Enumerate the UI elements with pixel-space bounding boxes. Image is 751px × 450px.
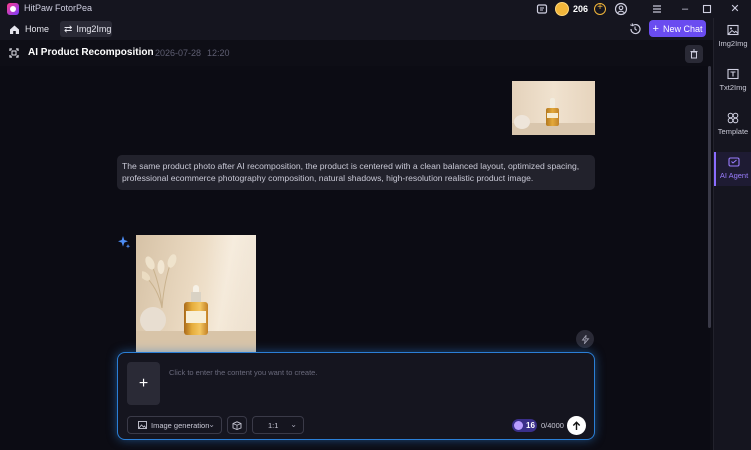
feedback-icon[interactable] — [535, 2, 549, 16]
title-bar: HitPaw FotorPea 206 + – ✕ — [0, 0, 751, 18]
page-header: AI Product Recomposition 2026-07-28 12:2… — [0, 40, 713, 66]
sidebar-item-ai-agent[interactable]: AI Agent — [714, 152, 751, 186]
credits-display[interactable]: 206 — [555, 1, 595, 17]
home-icon — [10, 25, 19, 34]
delete-button[interactable] — [685, 45, 703, 63]
ai-sparkle-icon — [118, 236, 131, 249]
add-credits-icon[interactable]: + — [594, 3, 606, 15]
menu-icon[interactable] — [650, 2, 664, 16]
asset-box-button[interactable] — [227, 416, 247, 434]
chevron-down-icon: ⌄ — [208, 420, 215, 429]
bolt-icon — [581, 334, 589, 344]
arrow-up-icon — [572, 420, 581, 430]
account-icon[interactable] — [614, 2, 628, 16]
product-bottle — [546, 98, 559, 126]
tab-img2img[interactable]: ⇄ Img2Img — [60, 21, 112, 37]
nav-bar: Home ⇄ Img2Img + New Chat — [0, 18, 713, 40]
sidebar-label: Template — [717, 127, 749, 136]
send-button[interactable] — [567, 416, 586, 435]
character-count: 0/4000 — [541, 421, 564, 430]
sidebar-item-img2img[interactable]: Img2Img — [714, 20, 751, 54]
tab-img2img-label: Img2Img — [76, 24, 112, 34]
sidebar-label: Img2Img — [718, 39, 748, 48]
image-icon — [727, 24, 739, 36]
home-label: Home — [25, 24, 50, 34]
user-prompt-message: The same product photo after AI recompos… — [117, 155, 595, 190]
swap-icon: ⇄ — [64, 23, 73, 35]
ratio-label: 1:1 — [268, 420, 279, 430]
pampas-grass — [142, 254, 177, 308]
app-name: HitPaw FotorPea — [24, 3, 93, 13]
right-sidebar: Img2Img Txt2Img Template AI Agent — [713, 18, 751, 450]
minimize-icon[interactable]: – — [678, 2, 692, 16]
trash-icon — [690, 49, 698, 59]
box-icon — [232, 420, 242, 430]
page-time: 12:20 — [207, 48, 230, 58]
app-window: HitPaw FotorPea 206 + – ✕ Home ⇄ Img2Img… — [0, 0, 751, 450]
app-logo — [7, 3, 19, 15]
conversation-icon — [9, 48, 19, 58]
chevron-down-icon: ⌄ — [290, 420, 297, 429]
add-image-button[interactable]: + — [127, 362, 160, 405]
sidebar-item-txt2img[interactable]: Txt2Img — [714, 64, 751, 98]
mode-dropdown[interactable]: Image generation ⌄ — [127, 416, 222, 434]
prompt-composer: + Image generation ⌄ 1:1 ⌄ 16 0/4000 — [117, 352, 595, 440]
credits-count: 206 — [573, 4, 589, 14]
page-date: 2026-07-28 — [155, 48, 202, 58]
credit-cost-badge: 16 — [512, 419, 537, 432]
history-icon[interactable] — [628, 22, 642, 36]
coin-icon — [555, 2, 569, 16]
product-bottle-large — [184, 285, 208, 335]
credit-coin-icon — [514, 421, 523, 430]
uploaded-image-thumbnail[interactable] — [512, 81, 595, 135]
new-chat-label: New Chat — [662, 23, 703, 34]
sidebar-label: Txt2Img — [719, 83, 747, 92]
aspect-ratio-dropdown[interactable]: 1:1 ⌄ — [252, 416, 304, 434]
sidebar-label: AI Agent — [719, 171, 749, 180]
ai-agent-icon — [728, 157, 740, 167]
image-mode-icon — [138, 421, 147, 429]
text-image-icon — [727, 68, 739, 80]
maximize-icon[interactable] — [700, 2, 714, 16]
close-icon[interactable]: ✕ — [728, 2, 742, 16]
quick-action-button[interactable] — [576, 330, 594, 348]
chat-scrollbar[interactable] — [708, 66, 711, 328]
page-title: AI Product Recomposition — [28, 47, 154, 58]
credit-cost: 16 — [526, 421, 535, 430]
plus-icon: + — [652, 22, 659, 35]
sidebar-item-template[interactable]: Template — [714, 108, 751, 142]
prompt-input[interactable] — [169, 366, 579, 378]
mode-label: Image generation — [151, 420, 210, 430]
new-chat-button[interactable]: + New Chat — [649, 20, 706, 37]
template-icon — [727, 112, 739, 124]
generated-image[interactable] — [136, 235, 256, 353]
home-button[interactable]: Home — [9, 22, 49, 36]
